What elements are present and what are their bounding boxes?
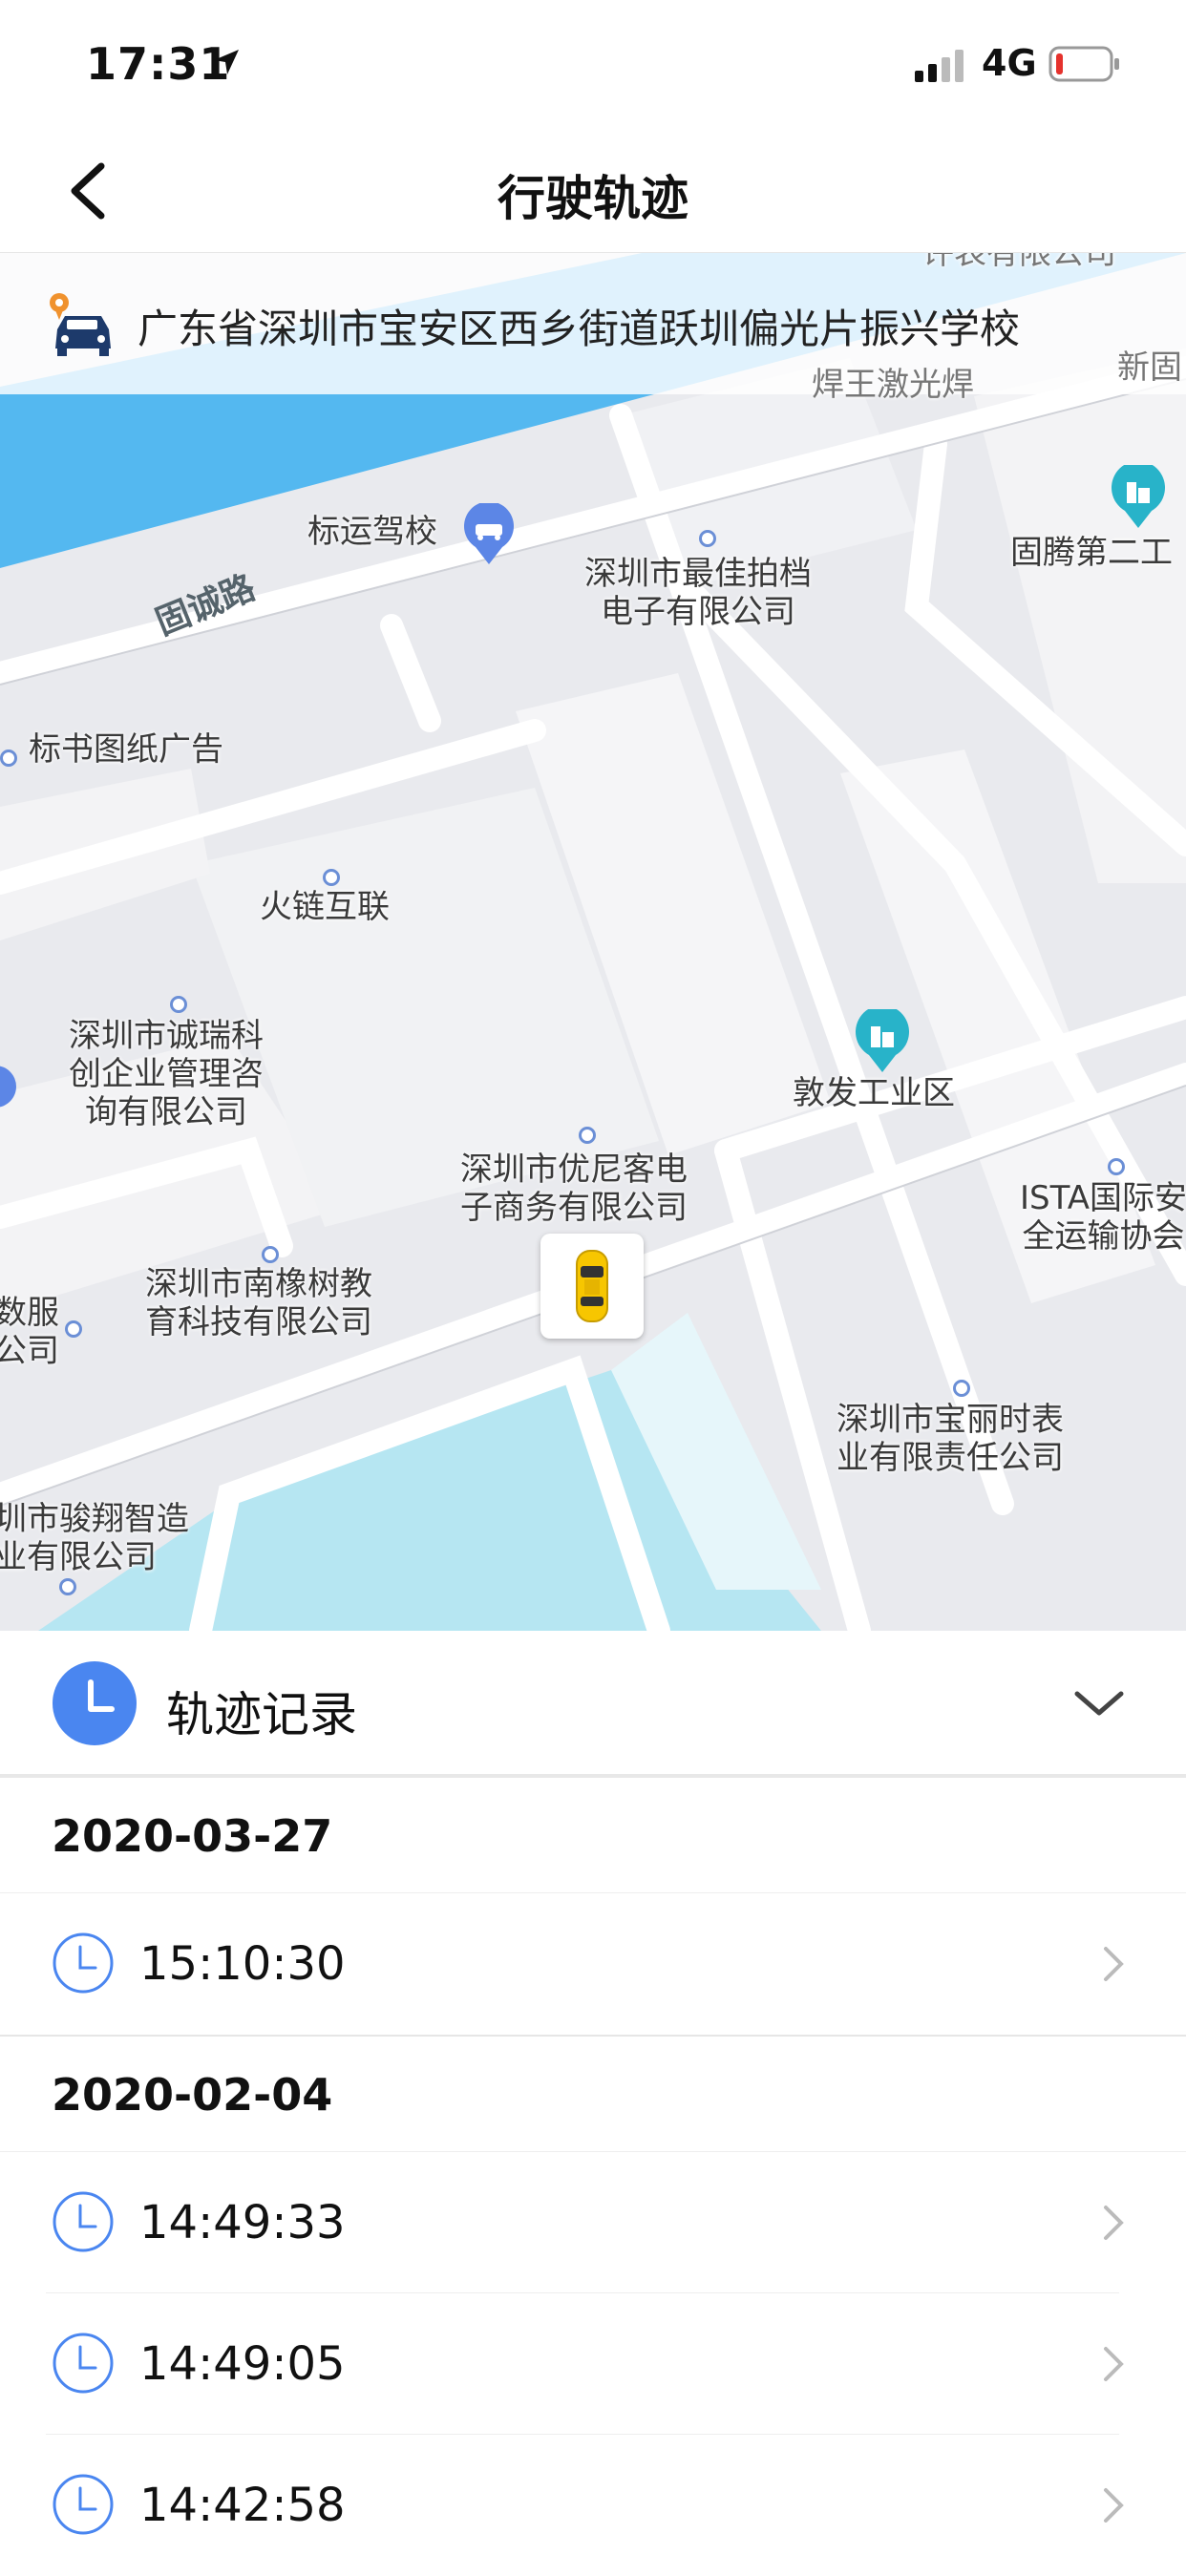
location-arrow-icon bbox=[214, 50, 239, 74]
poi-dot bbox=[953, 1380, 970, 1397]
clock-outline-icon bbox=[53, 2474, 114, 2535]
poi-label: 许表有限公司 bbox=[921, 253, 1116, 272]
poi-label: 深圳市南橡树教 育科技有限公司 bbox=[145, 1265, 372, 1341]
clock-outline-icon bbox=[53, 2333, 114, 2394]
poi-label: 圳市骏翔智造 业有限公司 bbox=[0, 1500, 189, 1576]
record-time: 14:49:33 bbox=[139, 2196, 346, 2249]
poi-dot bbox=[699, 530, 716, 547]
clock-outline-icon bbox=[53, 1932, 114, 1994]
record-time: 14:49:05 bbox=[139, 2337, 346, 2391]
record-item[interactable]: 14:42:58 bbox=[0, 2435, 1186, 2576]
poi-dot bbox=[323, 869, 340, 886]
records-title: 轨迹记录 bbox=[166, 1687, 357, 1742]
map-marker-icon bbox=[0, 1066, 16, 1108]
poi-dot bbox=[0, 750, 17, 767]
date-label: 2020-03-27 bbox=[52, 1810, 333, 1862]
poi-label: ISTA国际安 全运输协会 bbox=[1020, 1179, 1186, 1256]
record-time: 15:10:30 bbox=[139, 1937, 346, 1991]
clock-icon bbox=[53, 1661, 137, 1745]
record-item[interactable]: 14:49:05 bbox=[0, 2293, 1186, 2435]
page-title: 行驶轨迹 bbox=[498, 171, 688, 226]
address-text: 广东省深圳市宝安区西乡街道跃圳偏光片振兴学校 bbox=[138, 306, 1021, 352]
map-view[interactable]: 广东省深圳市宝安区西乡街道跃圳偏光片振兴学校 许表有限公司 焊王激光焊 新固 固… bbox=[0, 253, 1186, 1631]
date-header: 2020-02-04 bbox=[0, 2037, 1186, 2152]
poi-label: 深圳市诚瑞科 创企业管理咨 询有限公司 bbox=[69, 1017, 264, 1131]
industrial-park-icon bbox=[1112, 465, 1165, 528]
poi-label: 数服 公司 bbox=[0, 1294, 59, 1370]
poi-label: 标运驾校 bbox=[307, 513, 437, 551]
poi-label: 固腾第二工 bbox=[1010, 534, 1173, 572]
chevron-right-icon bbox=[1104, 1947, 1124, 1981]
poi-dot bbox=[65, 1320, 82, 1338]
battery-icon bbox=[1048, 46, 1119, 82]
record-time: 14:42:58 bbox=[139, 2479, 346, 2532]
date-label: 2020-02-04 bbox=[52, 2069, 333, 2121]
poi-label: 深圳市宝丽时表 业有限责任公司 bbox=[837, 1401, 1064, 1477]
car-icon bbox=[576, 1250, 608, 1322]
clock-outline-icon bbox=[53, 2191, 114, 2252]
status-time: 17:31 bbox=[86, 38, 231, 90]
poi-label: 火链互联 bbox=[260, 888, 390, 926]
record-item[interactable]: 15:10:30 bbox=[0, 1893, 1186, 2035]
record-item[interactable]: 14:49:33 bbox=[0, 2152, 1186, 2293]
poi-label: 深圳市优尼客电 子商务有限公司 bbox=[460, 1151, 688, 1227]
signal-icon bbox=[915, 50, 964, 82]
poi-label: 焊王激光焊 bbox=[812, 366, 974, 404]
driving-school-icon bbox=[464, 503, 514, 564]
poi-label: 敦发工业区 bbox=[793, 1074, 955, 1112]
nav-bar: 行驶轨迹 bbox=[0, 124, 1186, 253]
poi-label: 新固 bbox=[1117, 348, 1182, 387]
records-list: 2020-03-27 15:10:30 2020-02-04 14:49:33 … bbox=[0, 1778, 1186, 2576]
network-type: 4G bbox=[982, 42, 1037, 84]
chevron-right-icon bbox=[1104, 2488, 1124, 2523]
records-header[interactable]: 轨迹记录 bbox=[0, 1631, 1186, 1778]
poi-dot bbox=[1108, 1158, 1125, 1175]
poi-dot bbox=[262, 1246, 279, 1263]
vehicle-marker[interactable] bbox=[540, 1234, 644, 1339]
poi-dot bbox=[170, 996, 187, 1013]
poi-label: 标书图纸广告 bbox=[29, 730, 223, 769]
status-bar: 17:31 4G bbox=[0, 0, 1186, 124]
poi-label: 深圳市最佳拍档 电子有限公司 bbox=[584, 555, 812, 631]
car-location-icon bbox=[50, 293, 111, 356]
date-header: 2020-03-27 bbox=[0, 1778, 1186, 1893]
chevron-right-icon bbox=[1104, 2206, 1124, 2240]
industrial-park-icon bbox=[856, 1009, 909, 1072]
chevron-down-icon[interactable] bbox=[1071, 1684, 1127, 1722]
poi-dot bbox=[59, 1578, 76, 1595]
poi-dot bbox=[579, 1127, 596, 1144]
address-bar: 广东省深圳市宝安区西乡街道跃圳偏光片振兴学校 bbox=[0, 253, 1186, 394]
chevron-right-icon bbox=[1104, 2347, 1124, 2381]
